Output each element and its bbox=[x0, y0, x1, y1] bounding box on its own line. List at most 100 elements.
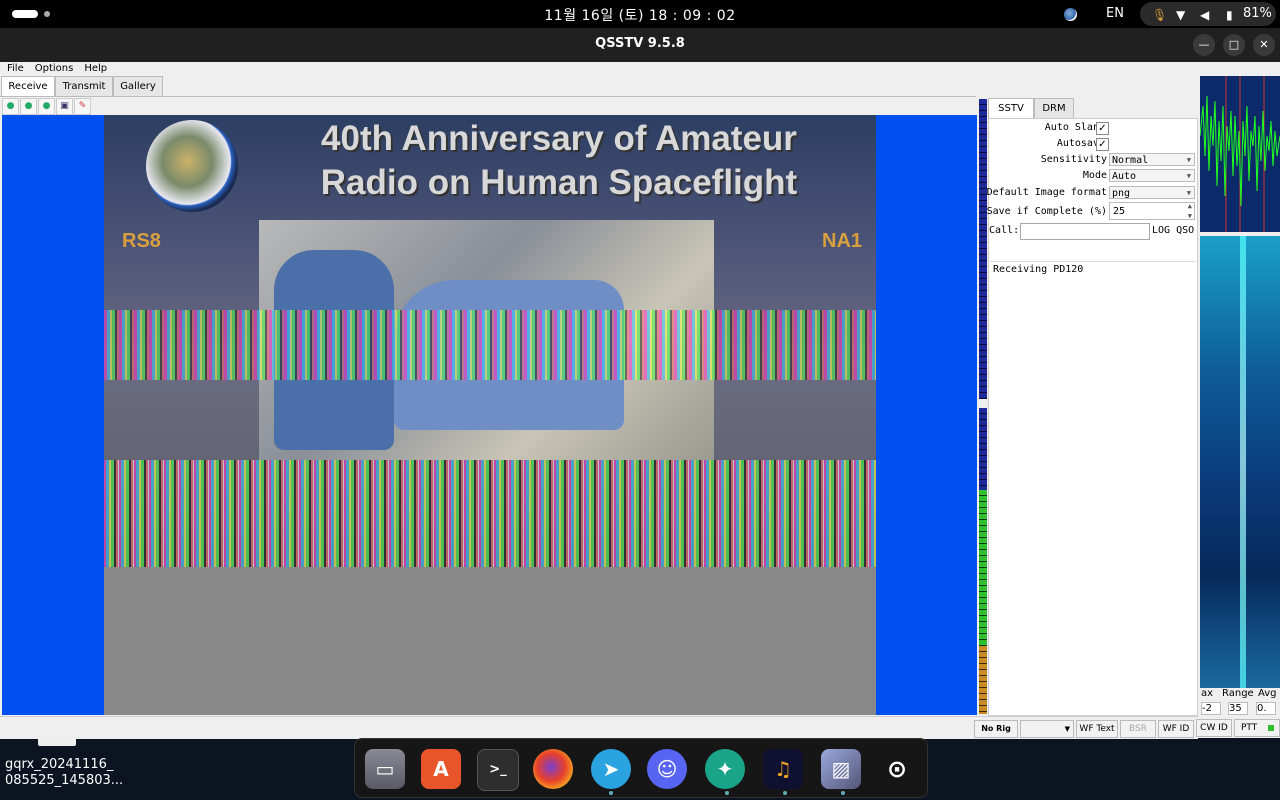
audacity-icon[interactable]: ♫ bbox=[763, 749, 803, 789]
tab-drm[interactable]: DRM bbox=[1034, 98, 1074, 118]
terminal-icon[interactable]: >_ bbox=[477, 749, 519, 791]
minimize-button[interactable]: — bbox=[1193, 34, 1215, 56]
sstv-received-image: 40th Anniversary of Amateur Radio on Hum… bbox=[104, 115, 876, 715]
dock: ▭ A >_ ➤ ☺ ✦ ♫ ▨ ⊙ bbox=[354, 738, 928, 798]
wf-text-select[interactable]: ▼ bbox=[1020, 720, 1074, 738]
tab-transmit[interactable]: Transmit bbox=[55, 76, 113, 96]
qsstv-icon[interactable]: ▨ bbox=[821, 749, 861, 789]
running-indicator bbox=[609, 791, 613, 795]
mode-select[interactable]: Auto ▼ bbox=[1109, 169, 1195, 182]
tray-app-icon[interactable] bbox=[1064, 8, 1077, 21]
language-indicator[interactable]: EN bbox=[1106, 6, 1124, 21]
autosave-checkbox[interactable]: ✓ bbox=[1096, 138, 1109, 151]
signal-meter bbox=[979, 99, 987, 399]
waterfall-signal-trace bbox=[1240, 236, 1246, 688]
mode-label: Mode bbox=[1082, 170, 1107, 181]
battery-icon: ▮ bbox=[1226, 8, 1233, 22]
tab-receive[interactable]: Receive bbox=[1, 76, 55, 97]
running-indicator bbox=[783, 791, 787, 795]
desktop-file-label[interactable]: gqrx_20241116_ 085525_145803... bbox=[5, 757, 125, 789]
noise-band bbox=[104, 310, 876, 380]
telegram-icon[interactable]: ➤ bbox=[591, 749, 631, 789]
log-qso-button[interactable]: LOG QSO bbox=[1152, 225, 1194, 236]
receive-status-text: Receiving PD120 bbox=[993, 264, 1084, 275]
satellite-tracker-icon[interactable]: ✦ bbox=[705, 749, 745, 789]
chevron-down-icon: ▼ bbox=[1186, 189, 1191, 197]
system-top-bar: 11월 16일 (토) 18 : 09 : 02 EN 🎙 ▼ ◀ ▮ 81% bbox=[0, 0, 1280, 28]
wf-max-label: ax bbox=[1201, 688, 1214, 699]
image-left-callsign: RS8 bbox=[122, 230, 161, 252]
start-icon[interactable]: ● bbox=[2, 98, 19, 115]
menu-help[interactable]: Help bbox=[77, 62, 111, 75]
image-format-select[interactable]: png ▼ bbox=[1109, 186, 1195, 199]
image-format-label: Default Image format bbox=[986, 187, 1107, 198]
call-label: Call: bbox=[989, 225, 1020, 236]
image-title-line2: Radio on Human Spaceflight bbox=[320, 163, 798, 202]
tab-gallery[interactable]: Gallery bbox=[113, 76, 163, 96]
save-complete-value: 25 bbox=[1113, 206, 1126, 217]
chevron-down-icon: ▼ bbox=[1186, 172, 1191, 180]
save-icon[interactable]: ▣ bbox=[56, 98, 73, 115]
wf-text-button[interactable]: WF Text bbox=[1076, 720, 1118, 738]
stop-icon[interactable]: ● bbox=[20, 98, 37, 115]
wf-avg-label: Avg bbox=[1258, 688, 1277, 699]
mode-value: Auto bbox=[1112, 171, 1137, 182]
app-center-icon[interactable]: A bbox=[421, 749, 461, 789]
desktop-file-icon[interactable] bbox=[38, 736, 76, 746]
waterfall-controls: ax Range Avg -2 35 0. bbox=[1200, 688, 1280, 716]
close-button[interactable]: ✕ bbox=[1253, 34, 1275, 56]
receive-image-area: 40th Anniversary of Amateur Radio on Hum… bbox=[2, 115, 977, 715]
ubuntu-icon[interactable]: ⊙ bbox=[877, 749, 917, 789]
files-icon[interactable]: ▭ bbox=[365, 749, 405, 789]
battery-percent: 81% bbox=[1243, 6, 1272, 21]
menu-file[interactable]: File bbox=[0, 62, 28, 75]
window-titlebar[interactable]: QSSTV 9.5.8 — □ ✕ bbox=[0, 28, 1280, 62]
waterfall-display[interactable] bbox=[1200, 236, 1280, 688]
wf-max-spinbox[interactable]: -2 bbox=[1201, 702, 1221, 715]
chevron-down-icon: ▼ bbox=[1064, 725, 1070, 733]
erase-icon[interactable]: ✎ bbox=[74, 98, 91, 115]
status-bar: No Rig ▼ WF Text BSR WF ID bbox=[0, 716, 1198, 739]
spectrum-trace bbox=[1200, 76, 1280, 232]
resync-icon[interactable]: ● bbox=[38, 98, 55, 115]
tab-divider bbox=[0, 96, 976, 97]
image-right-callsign: NA1 bbox=[822, 230, 863, 252]
wifi-icon: ▼ bbox=[1176, 8, 1186, 22]
volume-meter bbox=[979, 408, 987, 714]
tab-sstv[interactable]: SSTV bbox=[988, 98, 1034, 119]
noise-band bbox=[104, 460, 876, 567]
volume-meter-peak bbox=[979, 646, 987, 714]
save-complete-spinbox[interactable]: 25 ▲ ▼ bbox=[1109, 202, 1195, 220]
window-title: QSSTV 9.5.8 bbox=[595, 36, 685, 51]
discord-icon[interactable]: ☺ bbox=[647, 749, 687, 789]
ptt-led-icon bbox=[1268, 725, 1274, 731]
spin-arrows-icon[interactable]: ▲ ▼ bbox=[1188, 201, 1192, 221]
mic-muted-icon: 🎙 bbox=[1152, 8, 1168, 22]
menu-options[interactable]: Options bbox=[28, 62, 78, 75]
firefox-icon[interactable] bbox=[533, 749, 573, 789]
wf-avg-spinbox[interactable]: 0. bbox=[1256, 702, 1276, 715]
auto-slant-checkbox[interactable]: ✓ bbox=[1096, 122, 1109, 135]
image-title: 40th Anniversary of Amateur Radio on Hum… bbox=[279, 117, 839, 205]
bsr-button[interactable]: BSR bbox=[1120, 720, 1156, 738]
maximize-button[interactable]: □ bbox=[1223, 34, 1245, 56]
clock[interactable]: 11월 16일 (토) 18 : 09 : 02 bbox=[0, 5, 1280, 25]
qsstv-main: File Options Help Receive Transmit Gallery… bbox=[0, 62, 1198, 739]
ptt-indicator[interactable]: PTT bbox=[1234, 719, 1280, 737]
call-input[interactable] bbox=[1020, 223, 1150, 240]
receive-log: Receiving PD120 bbox=[990, 261, 1195, 713]
sensitivity-select[interactable]: Normal ▼ bbox=[1109, 153, 1195, 166]
ariss-logo-icon bbox=[146, 120, 238, 212]
wf-range-spinbox[interactable]: 35 bbox=[1228, 702, 1248, 715]
wf-id-button[interactable]: WF ID bbox=[1158, 720, 1194, 738]
volume-icon: ◀ bbox=[1200, 8, 1210, 22]
image-format-value: png bbox=[1112, 188, 1131, 199]
sstv-settings-panel: Auto Slant ✓ Autosave ✓ Sensitivity Norm… bbox=[986, 118, 1198, 716]
ptt-label: PTT bbox=[1241, 723, 1258, 733]
cw-id-button[interactable]: CW ID bbox=[1196, 719, 1232, 737]
wf-range-label: Range bbox=[1222, 688, 1254, 699]
image-title-line1: 40th Anniversary of Amateur bbox=[321, 119, 797, 158]
running-indicator bbox=[725, 791, 729, 795]
running-indicator bbox=[841, 791, 845, 795]
fft-spectrum[interactable] bbox=[1200, 76, 1280, 232]
